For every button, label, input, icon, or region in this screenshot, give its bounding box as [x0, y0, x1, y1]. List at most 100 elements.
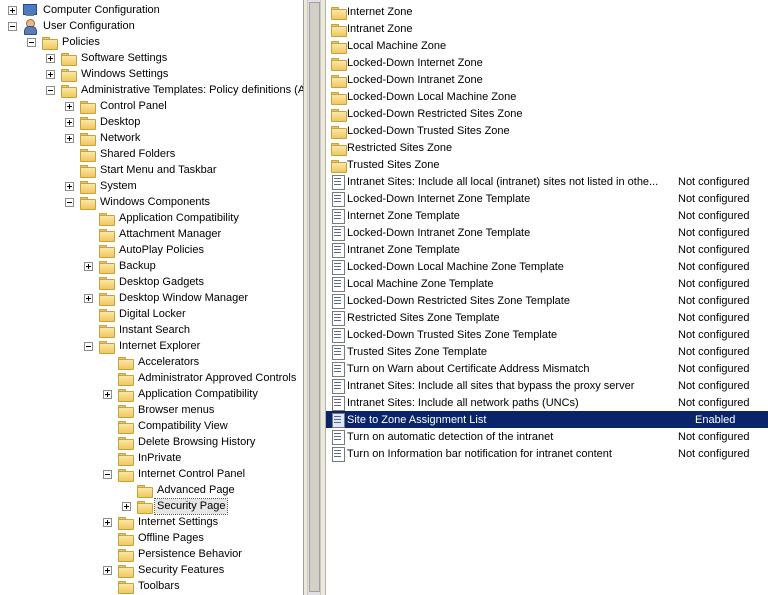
- list-setting-row[interactable]: Turn on automatic detection of the intra…: [326, 428, 768, 445]
- tree-item-shared-folders[interactable]: Shared Folders: [0, 146, 303, 162]
- list-setting-row[interactable]: Restricted Sites Zone Template Not config…: [326, 309, 768, 326]
- list-folder-row[interactable]: Locked-Down Restricted Sites Zone: [326, 105, 768, 122]
- tree-item-label[interactable]: Computer Configuration: [41, 3, 162, 18]
- expand-plus-icon[interactable]: [84, 262, 93, 271]
- tree-item-label[interactable]: Security Features: [136, 563, 226, 578]
- collapse-minus-icon[interactable]: [8, 22, 17, 31]
- list-setting-row[interactable]: Locked-Down Intranet Zone Template Not co…: [326, 224, 768, 241]
- expand-plus-icon[interactable]: [65, 182, 74, 191]
- list-setting-row[interactable]: Intranet Zone Template Not configured: [326, 241, 768, 258]
- tree-item-label[interactable]: Start Menu and Taskbar: [98, 163, 219, 178]
- list-folder-row[interactable]: Locked-Down Intranet Zone: [326, 71, 768, 88]
- tree-item-windows-settings[interactable]: Windows Settings: [0, 66, 303, 82]
- list-folder-row[interactable]: Restricted Sites Zone: [326, 139, 768, 156]
- tree-item-internet-explorer[interactable]: Internet Explorer: [0, 338, 303, 354]
- tree-item-label[interactable]: Advanced Page: [155, 483, 237, 498]
- tree-item-computer-configuration[interactable]: Computer Configuration: [0, 2, 303, 18]
- tree-item-application-compatibility[interactable]: Application Compatibility: [0, 210, 303, 226]
- tree-item-windows-components[interactable]: Windows Components: [0, 194, 303, 210]
- tree-item-label[interactable]: Toolbars: [136, 579, 182, 594]
- collapse-minus-icon[interactable]: [84, 342, 93, 351]
- tree-item-digital-locker[interactable]: Digital Locker: [0, 306, 303, 322]
- tree-item-security-features[interactable]: Security Features: [0, 562, 303, 578]
- list-setting-row[interactable]: Intranet Sites: Include all local (intra…: [326, 173, 768, 190]
- pane-splitter[interactable]: [303, 0, 325, 595]
- tree-item-instant-search[interactable]: Instant Search: [0, 322, 303, 338]
- expand-plus-icon[interactable]: [103, 566, 112, 575]
- console-tree[interactable]: Computer Configuration User Configuration…: [0, 0, 303, 595]
- tree-item-label[interactable]: Delete Browsing History: [136, 435, 257, 450]
- tree-item-label[interactable]: Windows Settings: [79, 67, 170, 82]
- expand-plus-icon[interactable]: [122, 502, 131, 511]
- list-folder-row[interactable]: Internet Zone: [326, 3, 768, 20]
- list-folder-row[interactable]: Intranet Zone: [326, 20, 768, 37]
- tree-item-system[interactable]: System: [0, 178, 303, 194]
- tree-item-internet-control-panel[interactable]: Internet Control Panel: [0, 466, 303, 482]
- collapse-minus-icon[interactable]: [27, 38, 36, 47]
- tree-item-control-panel[interactable]: Control Panel: [0, 98, 303, 114]
- tree-item-user-configuration[interactable]: User Configuration: [0, 18, 303, 35]
- expand-plus-icon[interactable]: [46, 70, 55, 79]
- tree-item-label[interactable]: System: [98, 179, 139, 194]
- tree-item-label[interactable]: Internet Control Panel: [136, 467, 247, 482]
- expand-plus-icon[interactable]: [8, 6, 17, 15]
- tree-item-label[interactable]: Backup: [117, 259, 158, 274]
- expand-plus-icon[interactable]: [103, 518, 112, 527]
- tree-item-security-page[interactable]: Security Page: [0, 498, 303, 515]
- expand-plus-icon[interactable]: [65, 118, 74, 127]
- tree-item-desktop-gadgets[interactable]: Desktop Gadgets: [0, 274, 303, 290]
- tree-item-label[interactable]: AutoPlay Policies: [117, 243, 206, 258]
- tree-scrollbar-thumb[interactable]: [309, 2, 320, 592]
- list-folder-row[interactable]: Locked-Down Internet Zone: [326, 54, 768, 71]
- tree-item-label[interactable]: Administrator Approved Controls: [136, 371, 298, 386]
- expand-plus-icon[interactable]: [46, 54, 55, 63]
- tree-item-label[interactable]: Accelerators: [136, 355, 201, 370]
- tree-item-persistence-behavior[interactable]: Persistence Behavior: [0, 546, 303, 562]
- tree-item-policies[interactable]: Policies: [0, 34, 303, 50]
- tree-item-internet-settings[interactable]: Internet Settings: [0, 514, 303, 530]
- tree-item-compatibility-view[interactable]: Compatibility View: [0, 418, 303, 434]
- expand-plus-icon[interactable]: [84, 294, 93, 303]
- collapse-minus-icon[interactable]: [46, 86, 55, 95]
- tree-item-label[interactable]: Application Compatibility: [136, 387, 260, 402]
- tree-item-label[interactable]: Internet Explorer: [117, 339, 202, 354]
- tree-item-label[interactable]: Policies: [60, 35, 102, 50]
- tree-item-toolbars[interactable]: Toolbars: [0, 578, 303, 594]
- tree-item-label[interactable]: Internet Settings: [136, 515, 220, 530]
- tree-item-administrative-templates[interactable]: Administrative Templates: Policy definit…: [0, 82, 303, 98]
- collapse-minus-icon[interactable]: [65, 198, 74, 207]
- tree-item-label[interactable]: Shared Folders: [98, 147, 177, 162]
- tree-item-label[interactable]: User Configuration: [41, 19, 137, 34]
- list-setting-row[interactable]: Locked-Down Local Machine Zone Template N…: [326, 258, 768, 275]
- list-folder-row[interactable]: Local Machine Zone: [326, 37, 768, 54]
- tree-item-delete-browsing-history[interactable]: Delete Browsing History: [0, 434, 303, 450]
- tree-item-label[interactable]: Attachment Manager: [117, 227, 223, 242]
- tree-item-start-menu-and-taskbar[interactable]: Start Menu and Taskbar: [0, 162, 303, 178]
- tree-item-label[interactable]: InPrivate: [136, 451, 183, 466]
- tree-item-label[interactable]: Windows Components: [98, 195, 212, 210]
- tree-item-label[interactable]: Browser menus: [136, 403, 216, 418]
- tree-item-label[interactable]: Persistence Behavior: [136, 547, 244, 562]
- tree-item-label[interactable]: Offline Pages: [136, 531, 206, 546]
- tree-item-administrator-approved-controls[interactable]: Administrator Approved Controls: [0, 370, 303, 386]
- list-setting-row[interactable]: Locked-Down Trusted Sites Zone Template N…: [326, 326, 768, 343]
- tree-item-network[interactable]: Network: [0, 130, 303, 146]
- tree-item-inprivate[interactable]: InPrivate: [0, 450, 303, 466]
- tree-item-backup[interactable]: Backup: [0, 258, 303, 274]
- tree-item-label[interactable]: Security Page: [153, 498, 229, 515]
- list-setting-row[interactable]: Site to Zone Assignment List Enabled: [326, 411, 768, 428]
- list-setting-row[interactable]: Locked-Down Internet Zone Template Not co…: [326, 190, 768, 207]
- tree-item-attachment-manager[interactable]: Attachment Manager: [0, 226, 303, 242]
- tree-item-ie-application-compatibility[interactable]: Application Compatibility: [0, 386, 303, 402]
- list-setting-row[interactable]: Intranet Sites: Include all network path…: [326, 394, 768, 411]
- tree-item-advanced-page[interactable]: Advanced Page: [0, 482, 303, 498]
- tree-item-label[interactable]: Desktop Window Manager: [117, 291, 250, 306]
- list-setting-row[interactable]: Turn on Warn about Certificate Address M…: [326, 360, 768, 377]
- tree-item-accelerators[interactable]: Accelerators: [0, 354, 303, 370]
- tree-item-label[interactable]: Administrative Templates: Policy definit…: [79, 83, 303, 98]
- list-setting-row[interactable]: Intranet Sites: Include all sites that b…: [326, 377, 768, 394]
- list-setting-row[interactable]: Trusted Sites Zone Template Not configure…: [326, 343, 768, 360]
- tree-item-label[interactable]: Control Panel: [98, 99, 169, 114]
- tree-scrollbar[interactable]: [307, 0, 321, 595]
- tree-item-label[interactable]: Digital Locker: [117, 307, 188, 322]
